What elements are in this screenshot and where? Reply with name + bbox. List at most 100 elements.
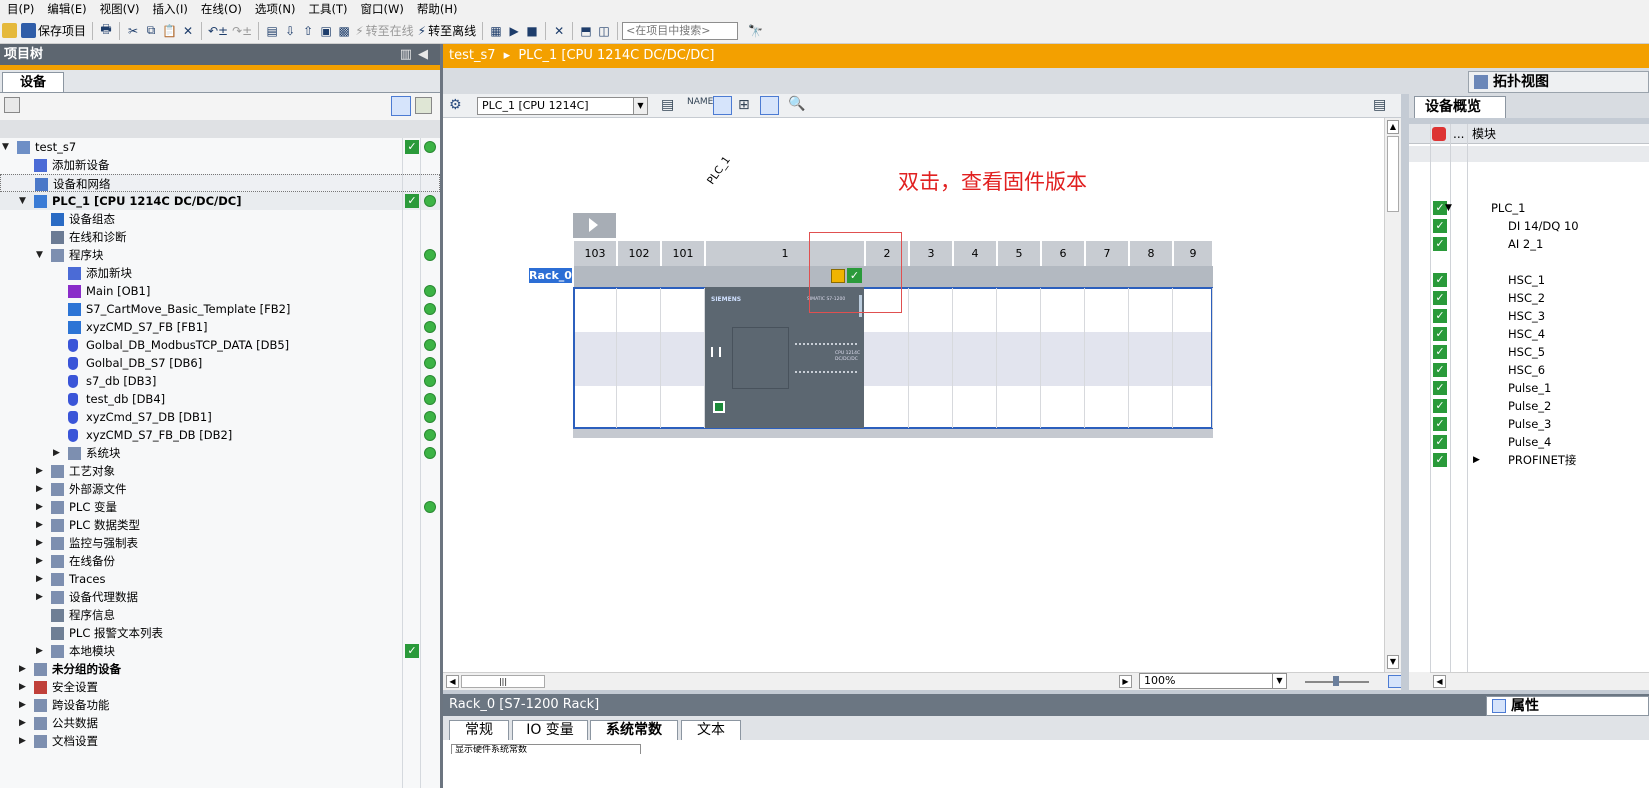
tree-item[interactable]: PLC 报警文本列表 <box>0 624 440 642</box>
tree-item[interactable]: ▶ 外部源文件 <box>0 480 440 498</box>
breadcrumb-device[interactable]: PLC_1 [CPU 1214C DC/DC/DC] <box>518 48 714 63</box>
tree-item[interactable]: ▶ 工艺对象 <box>0 462 440 480</box>
accessible-devices-icon[interactable]: ▦ <box>487 21 505 41</box>
tree-item[interactable]: ▶ 监控与强制表 <box>0 534 440 552</box>
overview-row[interactable]: ✓ DI 14/DQ 10 <box>1409 217 1649 235</box>
tab-device-overview[interactable]: 设备概览 <box>1414 96 1506 118</box>
overview-row[interactable]: ✓ HSC_2 <box>1409 289 1649 307</box>
slot-header[interactable]: 7 <box>1086 241 1129 266</box>
tab-system-constants[interactable]: 系统常数 <box>590 720 678 740</box>
tree-item[interactable]: ▶ PLC 数据类型 <box>0 516 440 534</box>
tree-item[interactable]: 添加新设备 <box>0 156 440 174</box>
overview-row[interactable]: ✓ Pulse_4 <box>1409 433 1649 451</box>
compile-icon[interactable]: ▤ <box>263 21 281 41</box>
collapsed-arrow-icon[interactable]: ▶ <box>36 552 43 570</box>
tree-item[interactable]: ▶ Traces <box>0 570 440 588</box>
tree-item[interactable]: xyzCmd_S7_DB [DB1] <box>0 408 440 426</box>
tree-overview-icon[interactable] <box>415 97 432 114</box>
slot-header[interactable]: 103 <box>574 241 617 266</box>
overview-row[interactable]: ✓ HSC_1 <box>1409 271 1649 289</box>
slot-header[interactable]: 8 <box>1130 241 1173 266</box>
zoom-icon[interactable]: 🔍 <box>788 96 805 112</box>
breadcrumb-project[interactable]: test_s7 <box>449 48 496 63</box>
go-online-button[interactable]: ⚡ 转至在线 <box>353 21 415 41</box>
tree-item[interactable]: Main [OB1] <box>0 282 440 300</box>
slot-header[interactable]: 6 <box>1042 241 1085 266</box>
table-view-icon[interactable] <box>760 96 779 115</box>
overview-row[interactable]: ✓ AI 2_1 <box>1409 235 1649 253</box>
slot-header[interactable]: 102 <box>618 241 661 266</box>
menu-item[interactable]: 窗口(W) <box>354 0 410 18</box>
tree-item[interactable]: ▶ 本地模块 ✓ <box>0 642 440 660</box>
slot-header[interactable]: 3 <box>910 241 953 266</box>
scroll-left-icon[interactable]: ◀ <box>1433 675 1446 688</box>
tree-item[interactable]: s7_db [DB3] <box>0 372 440 390</box>
redo-icon[interactable]: ↷± <box>230 21 254 41</box>
rack-slot[interactable] <box>662 288 705 428</box>
tree-item[interactable]: xyzCMD_S7_FB_DB [DB2] <box>0 426 440 444</box>
tree-item[interactable]: 设备和网络 <box>0 174 440 192</box>
split-vertical-icon[interactable]: ◫ <box>595 21 613 41</box>
undo-icon[interactable]: ↶± <box>206 21 230 41</box>
expanded-arrow-icon[interactable]: ▼ <box>1445 199 1452 217</box>
overview-row[interactable]: ✓ HSC_3 <box>1409 307 1649 325</box>
tab-io-tags[interactable]: IO 变量 <box>512 720 588 740</box>
rack-slot[interactable] <box>618 288 661 428</box>
rack-view-icon[interactable] <box>713 96 732 115</box>
tree-item[interactable]: 添加新块 <box>0 264 440 282</box>
open-project-icon[interactable] <box>0 21 19 41</box>
go-offline-button[interactable]: ⚡ 转至离线 <box>416 21 478 41</box>
tree-item[interactable]: ▶ PLC 变量 <box>0 498 440 516</box>
tree-item[interactable]: ▶ 跨设备功能 <box>0 696 440 714</box>
collapsed-arrow-icon[interactable]: ▶ <box>36 462 43 480</box>
tree-item[interactable]: ▶ 系统块 <box>0 444 440 462</box>
h-scroll-thumb[interactable]: ||| <box>461 675 545 688</box>
overview-splitter[interactable] <box>1401 94 1409 690</box>
overview-row[interactable]: ✓ HSC_6 <box>1409 361 1649 379</box>
collapsed-arrow-icon[interactable]: ▶ <box>1473 451 1480 469</box>
topology-view-button[interactable]: 拓扑视图 <box>1468 71 1649 93</box>
canvas-vertical-scrollbar[interactable]: ▲ ▼ <box>1384 118 1401 672</box>
collapsed-arrow-icon[interactable]: ▶ <box>36 480 43 498</box>
upload-icon[interactable]: ⇧ <box>299 21 317 41</box>
split-horizontal-icon[interactable]: ⬒ <box>577 21 595 41</box>
tree-item[interactable]: ▶ 在线备份 <box>0 552 440 570</box>
tree-item[interactable]: ▶ 设备代理数据 <box>0 588 440 606</box>
start-cpu-icon[interactable]: ▶ <box>505 21 523 41</box>
menu-item[interactable]: 在线(O) <box>194 0 248 18</box>
overview-row[interactable]: ✓ Pulse_2 <box>1409 397 1649 415</box>
rack-slot[interactable] <box>1042 288 1085 428</box>
download-icon[interactable]: ⇩ <box>281 21 299 41</box>
rack-slot[interactable] <box>910 288 953 428</box>
zoom-select[interactable]: 100% ▼ <box>1139 673 1287 689</box>
collapsed-arrow-icon[interactable]: ▶ <box>36 498 43 516</box>
tab-general[interactable]: 常规 <box>449 720 509 740</box>
tree-view-icon[interactable] <box>391 96 411 116</box>
cross-reference-icon[interactable]: ✕ <box>550 21 568 41</box>
scroll-up-icon[interactable]: ▲ <box>1387 120 1399 134</box>
expanded-arrow-icon[interactable]: ▼ <box>36 246 43 264</box>
tree-item[interactable]: ▶ 文档设置 <box>0 732 440 750</box>
collapsed-arrow-icon[interactable]: ▶ <box>36 588 43 606</box>
tree-item[interactable]: 程序信息 <box>0 606 440 624</box>
tree-item[interactable]: ▶ 未分组的设备 <box>0 660 440 678</box>
tree-item[interactable]: xyzCMD_S7_FB [FB1] <box>0 318 440 336</box>
collapsed-arrow-icon[interactable]: ▶ <box>53 444 60 462</box>
overview-h-scrollbar[interactable]: ◀ <box>1430 672 1649 690</box>
menu-item[interactable]: 帮助(H) <box>410 0 464 18</box>
collapsed-arrow-icon[interactable]: ▶ <box>36 642 43 660</box>
scroll-thumb[interactable] <box>1387 136 1399 212</box>
menu-item[interactable]: 编辑(E) <box>40 0 92 18</box>
menu-item[interactable]: 目(P) <box>0 0 40 18</box>
overview-row[interactable]: ✓ HSC_4 <box>1409 325 1649 343</box>
slot-header[interactable]: 9 <box>1174 241 1213 266</box>
constants-filter-select[interactable]: 显示硬件系统常数 <box>451 744 641 754</box>
tree-grid-icon[interactable] <box>4 97 20 113</box>
tree-item[interactable]: 在线和诊断 <box>0 228 440 246</box>
stop-cpu-icon[interactable]: ■ <box>523 21 541 41</box>
menu-item[interactable]: 选项(N) <box>248 0 302 18</box>
collapsed-arrow-icon[interactable]: ▶ <box>19 696 26 714</box>
tree-item[interactable]: Golbal_DB_S7 [DB6] <box>0 354 440 372</box>
device-view-icon[interactable]: ⚙ <box>449 97 462 113</box>
menu-item[interactable]: 视图(V) <box>93 0 146 18</box>
